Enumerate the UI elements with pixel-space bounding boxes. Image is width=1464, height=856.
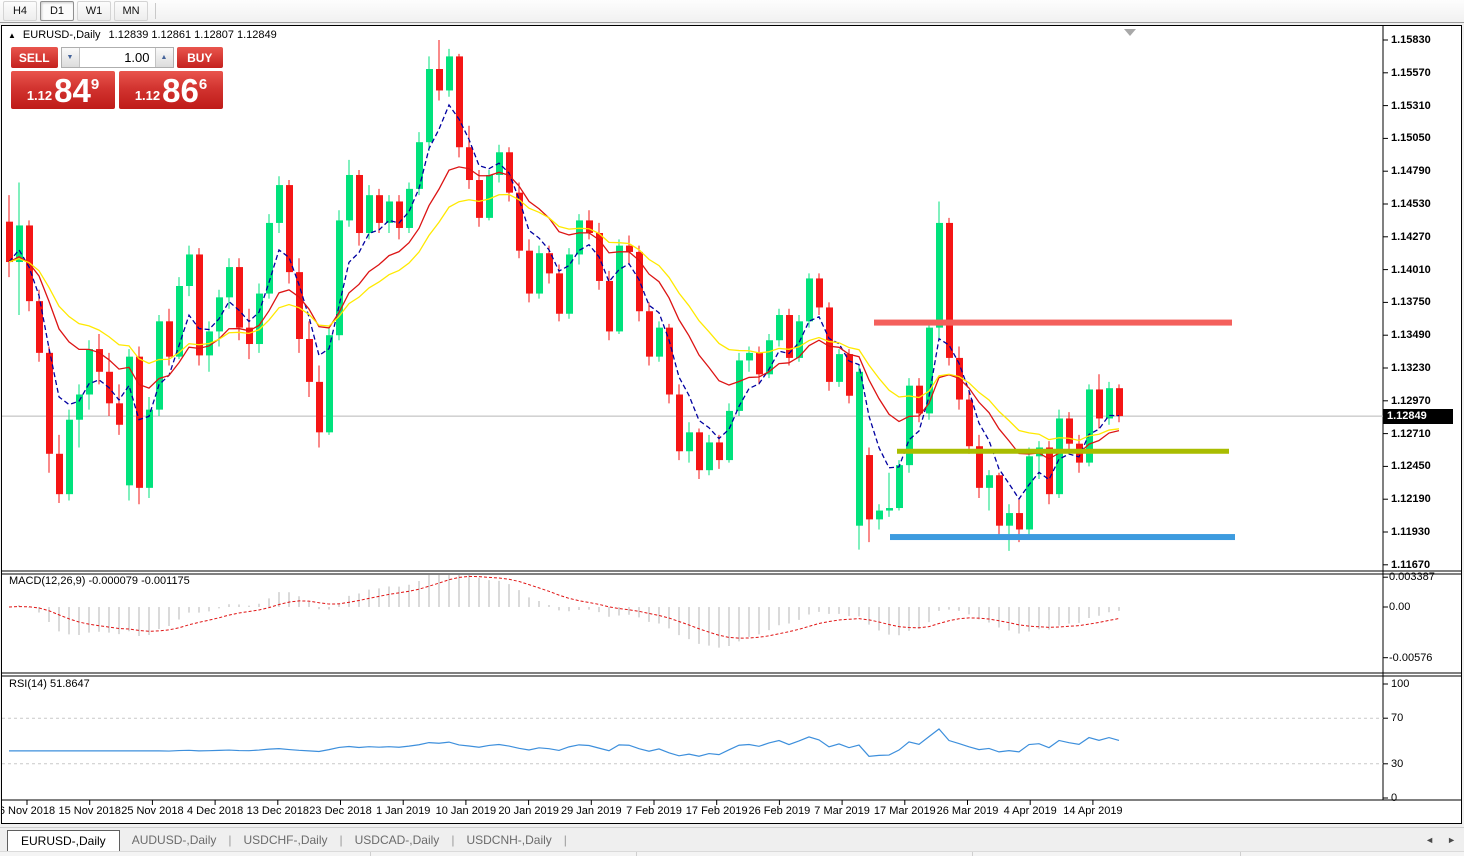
toolbar-separator xyxy=(155,3,156,19)
timeframe-button-mn[interactable]: MN xyxy=(114,1,148,21)
chart-symbol-period: EURUSD-,Daily xyxy=(23,29,101,41)
up-arrow-icon: ▲ xyxy=(161,54,168,61)
volume-group: ▼ ▲ xyxy=(61,47,174,68)
sell-button[interactable]: SELL xyxy=(11,47,58,68)
buy-price-sup: 6 xyxy=(199,76,207,93)
tab-scroll-arrows: ◄ ► xyxy=(1425,835,1456,845)
chart-title-bar: ▲ EURUSD-,Daily 1.12839 1.12861 1.12807 … xyxy=(8,29,277,41)
chart-tabs-bar: EURUSD-,DailyAUDUSD-,Daily|USDCHF-,Daily… xyxy=(0,827,1464,851)
chart-tab-audusd[interactable]: AUDUSD-,Daily xyxy=(120,833,229,847)
status-strip xyxy=(0,851,1464,856)
metatrader-window: H4D1W1MN ▲ EURUSD-,Daily 1.12839 1.12861… xyxy=(0,0,1464,855)
timeframe-toolbar: H4D1W1MN xyxy=(0,0,1464,23)
volume-decrease-button[interactable]: ▼ xyxy=(62,48,80,67)
volume-input[interactable] xyxy=(80,48,155,67)
chart-ohlc-values: 1.12839 1.12861 1.12807 1.12849 xyxy=(109,29,277,41)
tabs-scroll-right-icon[interactable]: ► xyxy=(1447,835,1456,845)
timeframe-button-h4[interactable]: H4 xyxy=(3,1,37,21)
chart-tab-usdcnh[interactable]: USDCNH-,Daily xyxy=(454,833,563,847)
sell-price-button[interactable]: 1.12 84 9 xyxy=(11,71,115,109)
macd-indicator-label: MACD(12,26,9) -0.000079 -0.001175 xyxy=(9,575,190,587)
buy-price-prefix: 1.12 xyxy=(135,88,160,103)
chart-marker-icon: ▲ xyxy=(8,30,16,41)
chart-window: ▲ EURUSD-,Daily 1.12839 1.12861 1.12807 … xyxy=(1,25,1462,824)
sell-price-prefix: 1.12 xyxy=(27,88,52,103)
chart-tab-usdchf[interactable]: USDCHF-,Daily xyxy=(232,833,340,847)
timeframe-button-w1[interactable]: W1 xyxy=(77,1,111,21)
volume-increase-button[interactable]: ▲ xyxy=(155,48,173,67)
sell-price-sup: 9 xyxy=(91,76,99,93)
down-arrow-icon: ▼ xyxy=(67,54,74,61)
chart-tab-eurusd[interactable]: EURUSD-,Daily xyxy=(7,830,120,851)
rsi-indicator-label: RSI(14) 51.8647 xyxy=(9,678,90,690)
chart-shift-icon[interactable] xyxy=(1124,29,1136,36)
one-click-trading-panel: SELL ▼ ▲ BUY 1.12 84 9 xyxy=(11,47,223,109)
buy-button[interactable]: BUY xyxy=(177,47,224,68)
tabs-scroll-left-icon[interactable]: ◄ xyxy=(1425,835,1434,845)
current-price-badge: 1.12849 xyxy=(1383,409,1453,424)
sell-price-big: 84 xyxy=(54,73,91,109)
chart-tab-usdcad[interactable]: USDCAD-,Daily xyxy=(343,833,452,847)
buy-price-button[interactable]: 1.12 86 6 xyxy=(119,71,223,109)
buy-price-big: 86 xyxy=(162,73,199,109)
chart-canvas[interactable] xyxy=(2,26,1461,823)
timeframe-button-d1[interactable]: D1 xyxy=(40,1,74,21)
